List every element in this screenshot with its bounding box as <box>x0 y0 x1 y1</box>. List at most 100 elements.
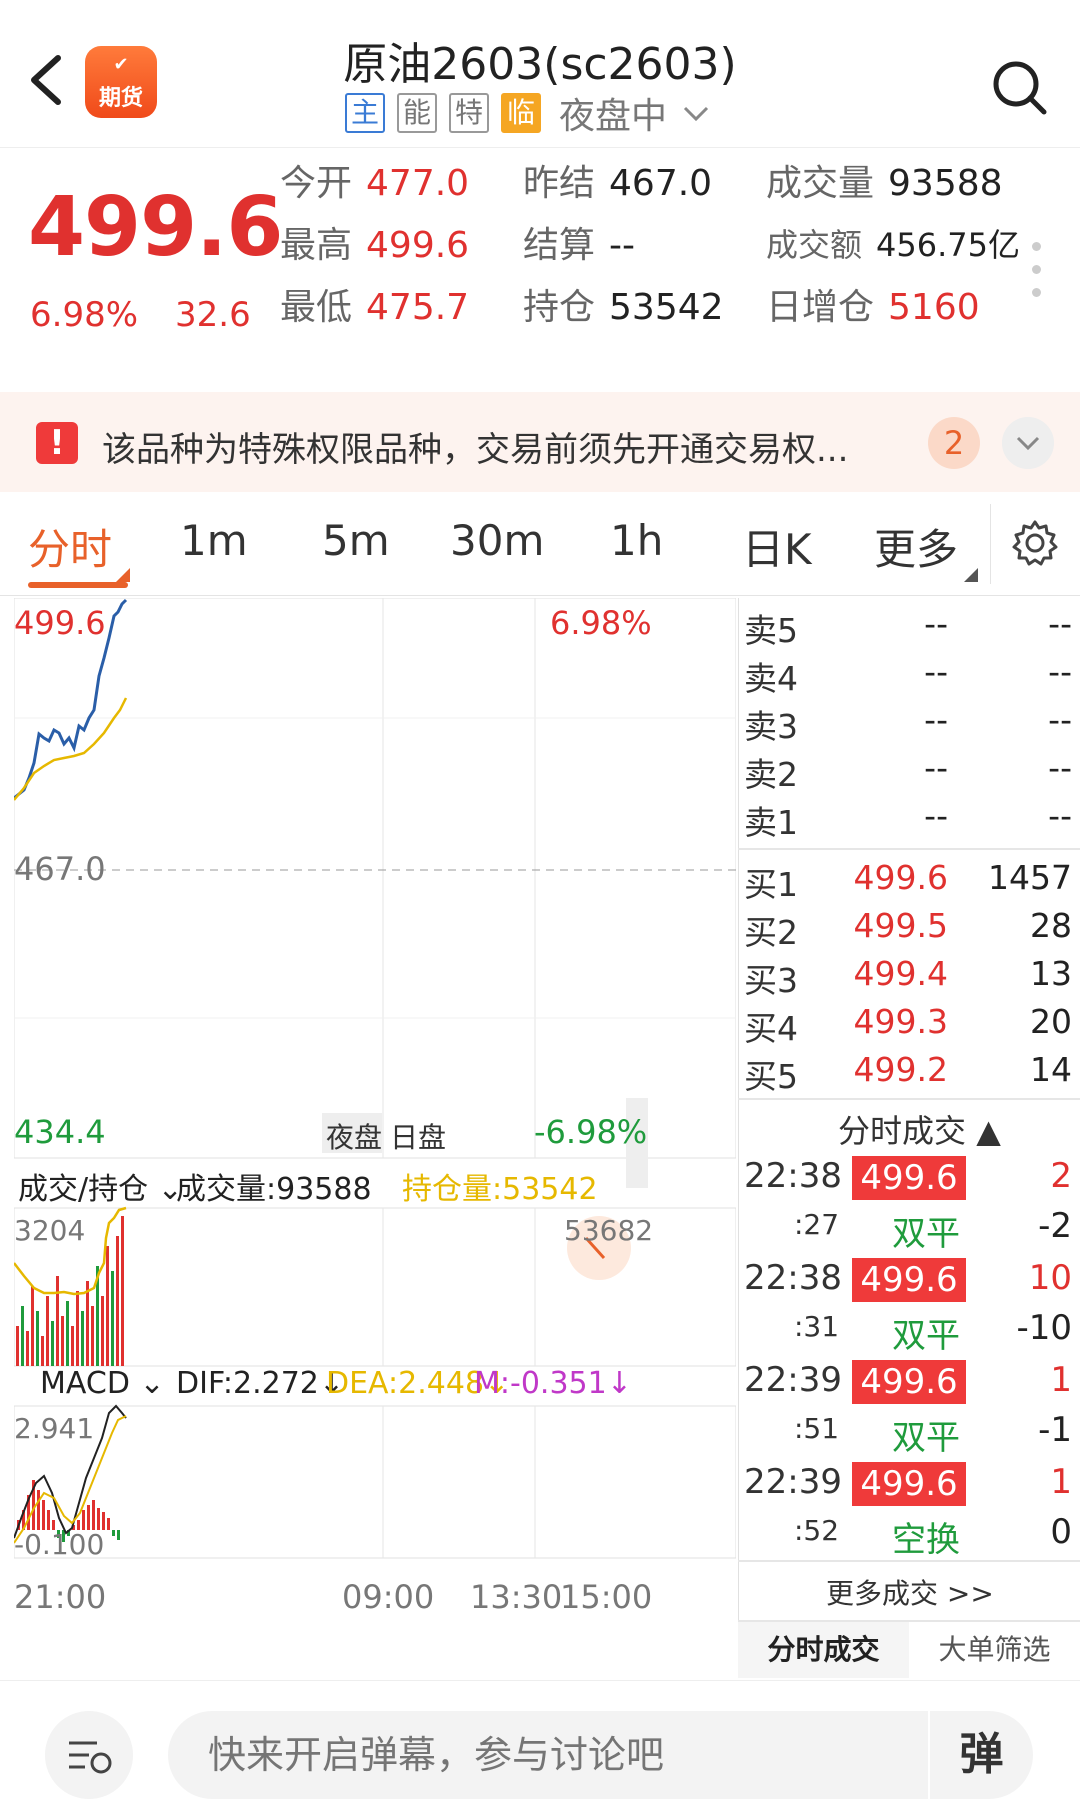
dif-value: DIF:2.272↓ <box>176 1366 345 1401</box>
volume-max-label: 3204 <box>14 1214 86 1247</box>
notice-text: 该品种为特殊权限品种，交易前须先开通交易权... <box>102 430 849 470</box>
tab-1h[interactable]: 1h <box>610 516 663 565</box>
macd-bar <box>112 1530 115 1536</box>
macd-max-label: 2.941 <box>14 1412 95 1445</box>
trade-row: 22:38 499.6 10 :31 双平 -10 <box>744 1258 1072 1356</box>
volume-bar <box>66 1301 69 1366</box>
ask-row[interactable]: 卖5 -- -- <box>738 604 1080 652</box>
volume-bar <box>86 1281 89 1366</box>
tab-30m[interactable]: 30m <box>450 516 544 565</box>
macd-bar <box>87 1505 90 1530</box>
session-status[interactable]: 夜盘中 <box>559 87 667 139</box>
volume-bar <box>36 1311 39 1366</box>
ask-row[interactable]: 卖2 -- -- <box>738 748 1080 796</box>
danmu-toggle-button[interactable]: 弹 <box>928 1711 1033 1799</box>
volume-bar <box>46 1296 49 1366</box>
volume-bar <box>81 1311 84 1366</box>
corner-triangle-icon <box>116 568 130 582</box>
tag-special: 特 <box>449 93 489 133</box>
search-icon[interactable] <box>990 58 1050 118</box>
alert-icon: ! <box>36 422 78 464</box>
change-percent: 6.98% <box>30 295 139 335</box>
period-tabs: 分时 1m 5m 30m 1h 日K 更多 <box>0 494 1080 596</box>
chevron-down-icon[interactable] <box>679 96 713 130</box>
volume-bar <box>116 1236 119 1366</box>
prev-close-label: 467.0 <box>14 850 106 888</box>
volume-bar <box>111 1271 114 1366</box>
book-divider <box>738 848 1080 850</box>
volume-bar <box>61 1316 64 1366</box>
bid-row[interactable]: 买5 499.2 14 <box>738 1050 1080 1098</box>
volume-bar <box>16 1326 19 1366</box>
price-low-label: 434.4 <box>14 1113 106 1151</box>
tab-5m[interactable]: 5m <box>322 516 390 565</box>
volume-bar <box>56 1276 59 1366</box>
volume-bar <box>21 1306 24 1366</box>
gear-icon[interactable] <box>1010 518 1060 568</box>
bid-row[interactable]: 买1 499.6 1457 <box>738 858 1080 906</box>
volume-bar <box>121 1216 124 1366</box>
time-label-start: 21:00 <box>14 1578 107 1616</box>
tag-temp: 临 <box>501 93 541 133</box>
permission-notice[interactable]: ! 该品种为特殊权限品种，交易前须先开通交易权... 2 <box>0 392 1080 492</box>
bid-row[interactable]: 买2 499.5 28 <box>738 906 1080 954</box>
book-divider <box>738 1098 1080 1100</box>
bid-row[interactable]: 买3 499.4 13 <box>738 954 1080 1002</box>
header: ✔ 期货 原油2603(sc2603) 主 能 特 临 夜盘中 <box>0 0 1080 148</box>
tab-daily-k[interactable]: 日K <box>742 516 812 577</box>
open-interest: 持仓 53542 <box>523 287 724 328</box>
volume-label: 成交量:93588 <box>176 1172 372 1207</box>
notice-count-badge: 2 <box>928 417 980 469</box>
trade-row: 22:38 499.6 2 :27 双平 -2 <box>744 1156 1072 1254</box>
tab-timeshare[interactable]: 分时 <box>28 516 112 577</box>
settle: 结算 -- <box>523 225 635 266</box>
last-price: 499.6 <box>28 180 283 275</box>
volume-bar <box>41 1336 44 1366</box>
day-session-button[interactable]: 日盘 <box>390 1116 446 1156</box>
volume-bar <box>51 1321 54 1366</box>
tab-large-orders[interactable]: 大单筛选 <box>909 1622 1080 1678</box>
contract-tags: 主 能 特 临 夜盘中 <box>345 92 713 137</box>
timeshare-chart[interactable]: 499.6 6.98% 467.0 434.4 -6.98% 夜盘 日盘 成交/… <box>14 598 736 1638</box>
macd-bar <box>117 1530 120 1540</box>
volume-bar <box>76 1291 79 1366</box>
trade-row: 22:39 499.6 1 :51 双平 -1 <box>744 1360 1072 1458</box>
danmu-list-icon[interactable] <box>45 1711 133 1799</box>
change-value: 32.6 <box>175 295 251 335</box>
macd-bar <box>42 1500 45 1530</box>
trades-title[interactable]: 分时成交 ▲ <box>838 1106 1001 1152</box>
macd-min-label: -0.100 <box>14 1528 105 1561</box>
bottom-bar: 弹 <box>0 1680 1080 1815</box>
bid-row[interactable]: 买4 499.3 20 <box>738 1002 1080 1050</box>
more-dots-icon[interactable] <box>1032 242 1044 302</box>
more-trades-link[interactable]: 更多成交 >> <box>826 1572 994 1612</box>
pct-high-label: 6.98% <box>550 604 652 642</box>
night-session-button[interactable]: 夜盘 <box>326 1116 382 1156</box>
expand-chevron-icon[interactable] <box>1002 417 1054 469</box>
divider <box>990 504 991 584</box>
tab-timeshare-trades[interactable]: 分时成交 <box>738 1622 909 1678</box>
prev-settle: 昨结 467.0 <box>523 163 713 204</box>
volume-bar <box>91 1306 94 1366</box>
tab-1m[interactable]: 1m <box>180 516 248 565</box>
sub-indicator-select[interactable]: 成交/持仓 ⌄ <box>18 1164 183 1208</box>
ask-row[interactable]: 卖1 -- -- <box>738 796 1080 844</box>
volume-bar <box>31 1286 34 1366</box>
macd-bar <box>82 1510 85 1530</box>
danmu-input[interactable] <box>168 1711 1033 1799</box>
oi-change: 日增仓 5160 <box>766 287 980 328</box>
oi-label: 持仓量:53542 <box>402 1172 598 1207</box>
average-line <box>14 697 128 801</box>
time-label-1330: 13:30 <box>470 1578 563 1616</box>
m-value: M:-0.351↓ <box>474 1366 632 1401</box>
page-title: 原油2603(sc2603) <box>343 39 737 90</box>
tab-more[interactable]: 更多 <box>874 516 958 577</box>
macd-indicator-select[interactable]: MACD ⌄ <box>40 1366 165 1401</box>
tag-main: 主 <box>345 93 385 133</box>
high-price: 最高 499.6 <box>280 225 470 266</box>
macd-bar <box>97 1508 100 1530</box>
ask-row[interactable]: 卖3 -- -- <box>738 700 1080 748</box>
ask-row[interactable]: 卖4 -- -- <box>738 652 1080 700</box>
oi-max-label: 53682 <box>564 1214 654 1247</box>
macd-bar <box>107 1518 110 1530</box>
